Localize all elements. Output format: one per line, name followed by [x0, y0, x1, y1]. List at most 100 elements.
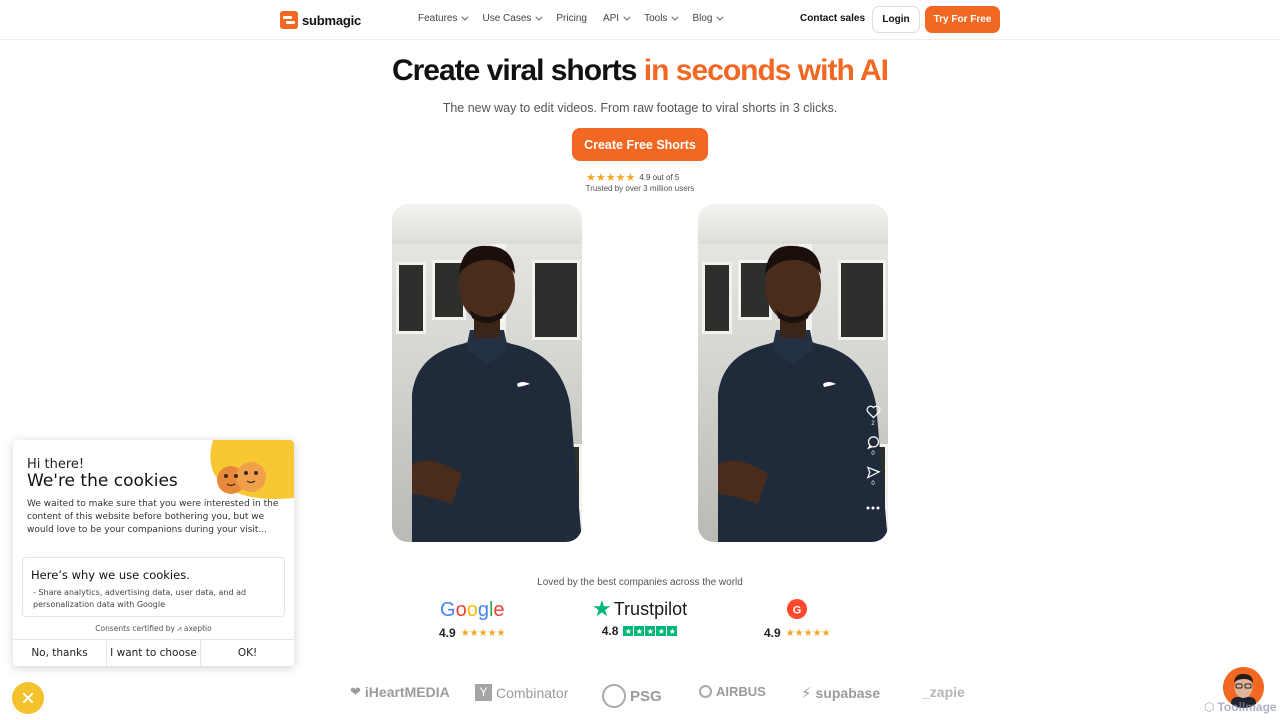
comment-count: 0 — [871, 451, 875, 457]
company-logo-airbus: AIRBUS — [699, 684, 766, 699]
cookie-title: We're the cookies — [27, 471, 178, 491]
company-name: supabase — [815, 685, 881, 701]
review-score-row: 4.9 ★★★★★ — [764, 626, 831, 640]
psg-crest-icon — [602, 684, 626, 708]
company-logo-zapier: _zapie — [922, 684, 965, 700]
trustpilot-wordmark: Trustpilot — [613, 598, 688, 619]
nav-label: Features — [418, 13, 458, 24]
person-figure — [412, 245, 582, 542]
trustpilot-logo: ★ Trustpilot — [592, 598, 687, 620]
chevron-down-icon — [716, 13, 724, 21]
logo[interactable]: submagic — [280, 11, 361, 29]
create-free-shorts-button[interactable]: Create Free Shorts — [572, 128, 708, 161]
cookie-choose-button[interactable]: I want to choose — [106, 640, 200, 666]
watermark-text: ToolImage — [1217, 700, 1277, 714]
cookie-no-thanks-button[interactable]: No, thanks — [13, 640, 106, 666]
ycombinator-mark-icon: Y — [475, 684, 492, 701]
logo-text: submagic — [302, 12, 362, 28]
google-logo-icon: Google — [440, 599, 504, 620]
hero-title: Create viral shorts in seconds with AI — [0, 54, 1280, 88]
more-icon[interactable] — [865, 500, 881, 516]
hero-title-main: Create viral shorts — [391, 54, 644, 87]
heart-icon[interactable] — [865, 404, 881, 420]
company-name: iHeartMEDIA — [364, 684, 450, 700]
company-name: AIRBUS — [716, 684, 766, 699]
star-rating-icon: ★★★★★ — [460, 627, 506, 639]
comment-icon[interactable] — [865, 434, 881, 450]
nav-item-api[interactable]: API — [602, 13, 631, 24]
review-score: 4.9 — [439, 626, 456, 640]
review-score: 4.9 — [764, 626, 781, 640]
page: submagic Features Use Cases Pricing API … — [0, 0, 1280, 720]
cookie-purposes-box: Here’s why we use cookies. - Share analy… — [22, 557, 285, 617]
chevron-down-icon — [671, 13, 679, 21]
review-g2[interactable]: G 4.9 ★★★★★ — [764, 598, 831, 640]
hero-title-accent: in seconds with AI — [643, 54, 889, 87]
company-logo-supabase: ⚡ supabase — [801, 684, 880, 702]
cookie-toggle-close-button[interactable] — [12, 682, 44, 714]
star-rating-icon: ★★★★★ — [785, 627, 831, 639]
share-count: 0 — [871, 481, 875, 487]
main-nav: Features Use Cases Pricing API Tools Blo… — [418, 13, 724, 24]
social-actions: 2 0 0 — [865, 404, 881, 516]
cookie-certified-text: Consents certified by ⩘ axeptio — [95, 624, 212, 633]
cookie-body: We waited to make sure that you were int… — [27, 499, 279, 535]
login-button[interactable]: Login — [872, 6, 920, 33]
svg-text:G: G — [793, 605, 802, 617]
cookie-ok-button[interactable]: OK! — [200, 640, 294, 666]
try-for-free-button[interactable]: Try For Free — [925, 6, 1000, 33]
nav-label: Pricing — [556, 13, 587, 24]
rating-text: 4.9 out of 5 — [639, 173, 680, 182]
trustpilot-stars-icon: ★ ★ ★ ★ ★ — [623, 626, 678, 636]
company-logo-ycombinator: Y Combinator — [475, 684, 568, 701]
nav-label: Use Cases — [482, 13, 532, 24]
company-name: _zapie — [922, 684, 965, 700]
like-count: 2 — [871, 421, 875, 427]
trusted-text: Trusted by over 3 million users — [585, 184, 695, 193]
logo-mark-icon — [280, 11, 298, 29]
airbus-mark-icon — [699, 685, 712, 698]
company-name: Combinator — [496, 684, 569, 701]
review-google[interactable]: Google 4.9 ★★★★★ — [439, 598, 506, 640]
watermark-logo-icon: ⬡ — [1204, 700, 1215, 714]
nav-item-pricing[interactable]: Pricing — [556, 13, 587, 24]
nav-label: Tools — [644, 13, 668, 24]
review-score-row: 4.8 ★ ★ ★ ★ ★ — [602, 624, 678, 638]
review-score: 4.8 — [601, 624, 619, 638]
site-header: submagic Features Use Cases Pricing API … — [0, 0, 1280, 40]
chevron-down-icon — [535, 13, 543, 21]
chevron-down-icon — [461, 13, 469, 21]
review-score-row: 4.9 ★★★★★ — [439, 626, 506, 640]
nav-label: API — [602, 13, 620, 24]
company-logo-psg: PSG — [602, 684, 662, 708]
nav-label: Blog — [692, 13, 713, 24]
nav-item-tools[interactable]: Tools — [644, 13, 679, 24]
cookie-box-title: Here’s why we use cookies. — [31, 568, 190, 582]
cookie-mascots-icon — [210, 440, 294, 499]
svg-text:Google: Google — [440, 599, 504, 620]
cookie-box-item: - Share analytics, advertising data, use… — [33, 588, 247, 609]
nav-item-blog[interactable]: Blog — [692, 13, 724, 24]
supabase-bolt-icon: ⚡ — [801, 685, 812, 702]
video-after[interactable]: 2 0 0 — [698, 204, 888, 542]
cookie-greeting: Hi there! — [27, 457, 85, 472]
g2-logo-icon: G — [787, 599, 808, 619]
star-rating-icon: ★★★★★ — [586, 172, 636, 184]
contact-sales-link[interactable]: Contact sales — [800, 13, 865, 24]
rating-row: ★★★★★ 4.9 out of 5 — [586, 171, 679, 184]
cookie-consent-dialog: Hi there! We're the cookies We waited to… — [13, 440, 294, 666]
company-name: PSG — [630, 687, 662, 705]
nav-item-features[interactable]: Features — [418, 13, 469, 24]
watermark: ⬡ ToolImage — [1204, 700, 1277, 714]
person-figure — [718, 245, 888, 542]
close-icon — [23, 693, 33, 703]
company-logo-iheartmedia: ❤ iHeartMEDIA — [350, 684, 450, 700]
chevron-down-icon — [623, 13, 631, 21]
video-before[interactable] — [392, 204, 582, 542]
hero-subtitle: The new way to edit videos. From raw foo… — [442, 101, 838, 115]
nav-item-use-cases[interactable]: Use Cases — [482, 13, 543, 24]
review-trustpilot[interactable]: ★ Trustpilot 4.8 ★ ★ ★ ★ ★ — [592, 598, 687, 639]
cookie-buttons: No, thanks I want to choose OK! — [13, 639, 294, 666]
share-icon[interactable] — [865, 464, 881, 480]
trustpilot-star-icon: ★ — [592, 596, 612, 621]
